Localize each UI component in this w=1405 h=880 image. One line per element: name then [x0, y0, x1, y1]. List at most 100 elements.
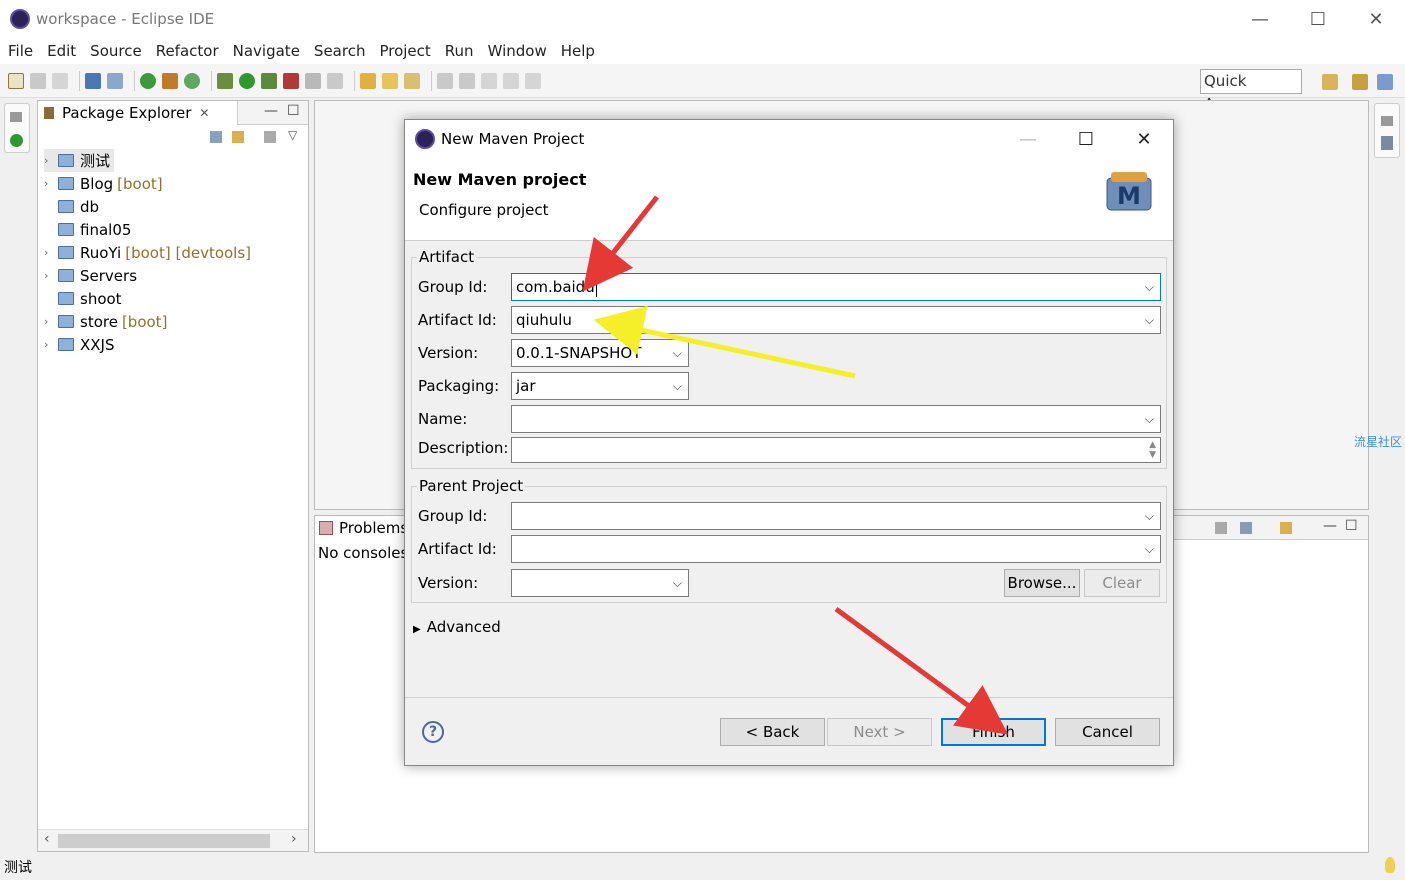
menu-search[interactable]: Search — [314, 42, 366, 60]
parent-group-id-combo[interactable]: ⌵ — [511, 502, 1161, 530]
tree-item[interactable]: db — [44, 195, 251, 218]
tree-item[interactable]: › Servers — [44, 264, 251, 287]
version-combo[interactable]: 0.0.1-SNAPSHOT ⌵ — [511, 339, 689, 367]
tip-lightbulb-icon[interactable] — [1385, 857, 1395, 873]
next-annotation-icon[interactable] — [437, 72, 453, 89]
open-console-icon[interactable] — [1280, 522, 1292, 534]
maximize-button[interactable]: ☐ — [1289, 0, 1347, 38]
open-type-icon[interactable] — [360, 72, 376, 89]
chevron-down-icon[interactable]: ⌵ — [1145, 274, 1154, 300]
refresh-icon[interactable] — [184, 72, 200, 89]
scroll-right-icon[interactable]: › — [291, 831, 297, 847]
clear-button[interactable]: Clear — [1084, 569, 1160, 597]
quick-access-field[interactable]: Quick Access — [1200, 69, 1302, 113]
forward-icon[interactable] — [525, 72, 541, 89]
menu-help[interactable]: Help — [561, 42, 595, 60]
menu-source[interactable]: Source — [90, 42, 142, 60]
terminal-icon[interactable] — [85, 72, 101, 89]
expand-arrow-icon[interactable]: › — [44, 315, 58, 328]
textarea-scroll-arrows-icon[interactable]: ▲ ▼ — [1149, 440, 1156, 460]
group-id-combo[interactable]: com.baidu ⌵ — [511, 273, 1161, 301]
help-icon[interactable]: ? — [422, 721, 444, 743]
tree-item[interactable]: final05 — [44, 218, 251, 241]
restore-icon[interactable] — [10, 112, 22, 122]
maximize-view-icon[interactable]: ☐ — [287, 103, 300, 119]
open-folder-icon[interactable] — [382, 72, 398, 89]
close-button[interactable]: ✕ — [1347, 0, 1405, 38]
next-button[interactable]: Next > — [827, 718, 932, 746]
save-icon[interactable] — [30, 72, 46, 89]
chevron-down-icon[interactable]: ⌵ — [673, 373, 682, 399]
expand-arrow-icon[interactable]: › — [44, 154, 58, 167]
menu-file[interactable]: File — [8, 42, 33, 60]
expand-arrow-icon[interactable]: › — [44, 246, 58, 259]
expand-arrow-icon[interactable]: › — [44, 338, 58, 351]
menu-edit[interactable]: Edit — [47, 42, 76, 60]
expand-triangle-icon[interactable]: ▶ — [413, 624, 421, 635]
scrollbar-thumb[interactable] — [58, 834, 270, 848]
packaging-combo[interactable]: jar ⌵ — [511, 372, 689, 400]
scroll-left-icon[interactable]: ‹ — [44, 831, 50, 847]
chevron-down-icon[interactable]: ⌵ — [673, 570, 682, 596]
tree-item[interactable]: shoot — [44, 287, 251, 310]
view-menu-icon[interactable]: ▽ — [288, 128, 297, 142]
minimize-console-icon[interactable]: — — [1323, 518, 1337, 534]
tree-item[interactable]: › Blog [boot] — [44, 172, 251, 195]
open-perspective-icon[interactable] — [1322, 74, 1338, 90]
menu-run[interactable]: Run — [445, 42, 474, 60]
outline-icon[interactable] — [1381, 136, 1393, 150]
prev-annotation-icon[interactable] — [459, 72, 475, 89]
javaee-perspective-icon[interactable] — [1352, 74, 1368, 90]
cancel-button[interactable]: Cancel — [1055, 718, 1160, 746]
debug-icon[interactable] — [217, 72, 233, 89]
restore-icon-right[interactable] — [1381, 116, 1393, 126]
skip-breakpoints-icon[interactable] — [107, 72, 123, 89]
chevron-down-icon[interactable]: ⌵ — [1145, 307, 1154, 333]
chevron-down-icon[interactable]: ⌵ — [1145, 406, 1154, 432]
deploy-icon[interactable] — [327, 72, 343, 89]
pin-console-icon[interactable] — [1215, 522, 1227, 534]
package-explorer-tab[interactable]: Package Explorer ✕ — [38, 101, 238, 125]
tree-item[interactable]: › RuoYi [boot] [devtools] — [44, 241, 251, 264]
tree-item[interactable]: › 测试 — [44, 149, 114, 172]
horizontal-scrollbar[interactable]: ‹ › — [38, 829, 308, 851]
start-server-icon[interactable] — [140, 72, 156, 89]
tree-item[interactable]: › store [boot] — [44, 310, 251, 333]
parent-artifact-id-combo[interactable]: ⌵ — [511, 535, 1161, 563]
java-perspective-icon[interactable] — [1377, 74, 1393, 90]
coverage-icon[interactable] — [261, 72, 277, 89]
parent-version-combo[interactable]: ⌵ — [511, 569, 689, 597]
description-textarea[interactable]: ▲ ▼ — [511, 437, 1161, 463]
run-icon[interactable] — [239, 72, 255, 89]
advanced-section[interactable]: ▶ Advanced — [413, 618, 501, 636]
name-combo[interactable]: ⌵ — [511, 405, 1161, 433]
package-icon[interactable] — [162, 72, 178, 89]
chevron-down-icon[interactable]: ⌵ — [673, 340, 682, 366]
artifact-id-combo[interactable]: qiuhulu ⌵ — [511, 306, 1161, 334]
display-console-icon[interactable] — [1240, 522, 1252, 534]
tree-item[interactable]: › XXJS — [44, 333, 251, 356]
external-tools-icon[interactable] — [283, 72, 299, 89]
browse-button[interactable]: Browse... — [1004, 569, 1080, 597]
back-button[interactable]: < Back — [720, 718, 825, 746]
last-edit-icon[interactable] — [481, 72, 497, 89]
finish-button[interactable]: Finish — [941, 718, 1046, 746]
back-icon[interactable] — [503, 72, 519, 89]
search-tool-icon[interactable] — [404, 72, 420, 89]
expand-arrow-icon[interactable]: › — [44, 177, 58, 190]
dialog-maximize-button[interactable]: ☐ — [1057, 120, 1115, 158]
maximize-console-icon[interactable]: ☐ — [1345, 518, 1358, 534]
new-icon[interactable] — [8, 72, 24, 89]
save-all-icon[interactable] — [52, 72, 68, 89]
expand-arrow-icon[interactable]: › — [44, 269, 58, 282]
close-tab-icon[interactable]: ✕ — [199, 106, 209, 120]
chevron-down-icon[interactable]: ⌵ — [1145, 503, 1154, 529]
menu-project[interactable]: Project — [379, 42, 430, 60]
chevron-down-icon[interactable]: ⌵ — [1145, 536, 1154, 562]
servers-icon[interactable] — [10, 134, 23, 147]
menu-window[interactable]: Window — [488, 42, 547, 60]
menu-navigate[interactable]: Navigate — [233, 42, 300, 60]
minimize-button[interactable]: — — [1231, 0, 1289, 38]
filters-icon[interactable] — [264, 131, 276, 143]
menu-refactor[interactable]: Refactor — [156, 42, 219, 60]
